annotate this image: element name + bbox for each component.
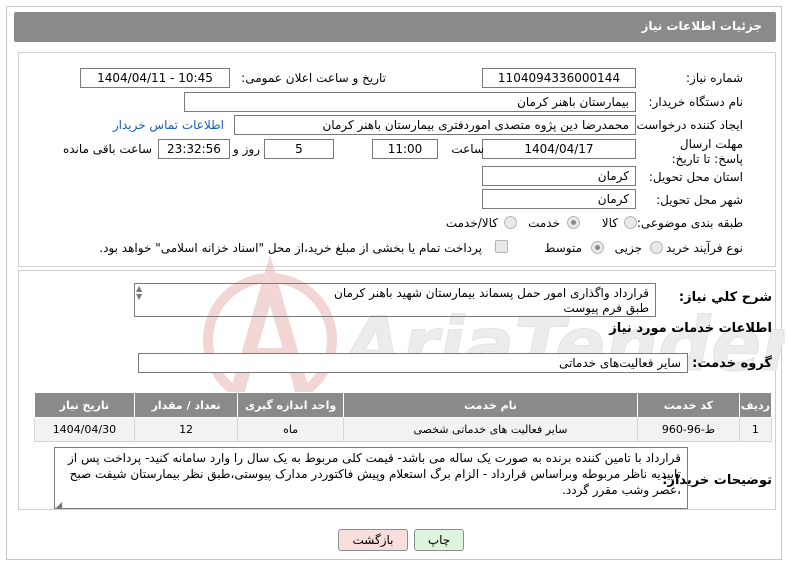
- cell-row: 1: [738, 417, 773, 442]
- process-radio-medium[interactable]: [591, 241, 604, 254]
- col-need-date: تاریخ نیاز: [34, 392, 135, 418]
- back-button[interactable]: بازگشت: [338, 529, 408, 551]
- description-line-2: طبق فرم پیوست: [563, 301, 649, 315]
- cell-service-code: ط-96-960: [637, 417, 740, 442]
- services-section-title: اطلاعات خدمات مورد نیاز: [609, 321, 772, 336]
- category-label: طبقه بندی موضوعی:: [636, 216, 743, 230]
- province-label: استان محل تحویل:: [648, 170, 743, 184]
- print-button[interactable]: چاپ: [414, 529, 464, 551]
- process-radio-minor[interactable]: [650, 241, 663, 254]
- province-field[interactable]: کرمان: [482, 166, 636, 186]
- process-label: نوع فرآیند خرید :: [658, 241, 743, 255]
- category-option-goods: کالا: [601, 216, 618, 230]
- cell-quantity: 12: [133, 417, 239, 442]
- category-option-goods-service: کالا/خدمت: [445, 216, 498, 230]
- category-radio-goods-service[interactable]: [504, 216, 517, 229]
- col-quantity: تعداد / مقدار: [133, 392, 239, 418]
- category-radio-goods[interactable]: [624, 216, 637, 229]
- deadline-hour-label: ساعت: [451, 142, 484, 156]
- cell-need-date: 1404/04/30: [34, 417, 135, 442]
- page-header: جزئیات اطلاعات نیاز: [14, 12, 776, 42]
- days-label: روز و: [233, 142, 260, 156]
- deadline-hour-field[interactable]: 11:00: [372, 139, 438, 159]
- remaining-time-label: ساعت باقی مانده: [62, 142, 152, 156]
- services-table: ردیف کد خدمت نام خدمت واحد اندازه گیری ت…: [34, 392, 773, 442]
- announce-label: تاریخ و ساعت اعلان عمومی:: [241, 71, 386, 85]
- category-radio-service[interactable]: [567, 216, 580, 229]
- city-label: شهر محل تحویل:: [656, 193, 743, 207]
- buyer-notes-line-2: تاییدیه ناظر مربوطه وبراساس قرارداد - ال…: [69, 467, 681, 481]
- col-service-name: نام خدمت: [342, 392, 639, 418]
- table-row: 1 ط-96-960 سایر فعالیت های خدماتی شخصی م…: [34, 417, 773, 442]
- deadline-date-field[interactable]: 1404/04/17: [482, 139, 636, 159]
- buyer-notes-textarea[interactable]: قرارداد با تامین کننده برنده به صورت یک …: [54, 447, 688, 509]
- treasury-payment-checkbox[interactable]: [495, 240, 508, 253]
- buyer-notes-line-1: قرارداد با تامین کننده برنده به صورت یک …: [68, 451, 681, 465]
- remaining-time-field[interactable]: 23:32:56: [158, 139, 230, 159]
- deadline-label: مهلت ارسال پاسخ: تا تاریخ:: [671, 137, 743, 166]
- city-field[interactable]: کرمان: [482, 189, 636, 209]
- buyer-org-field[interactable]: بیمارستان باهنر کرمان: [184, 92, 636, 112]
- need-number-label: شماره نیاز:: [686, 71, 743, 85]
- announce-field[interactable]: 1404/04/11 - 10:45: [80, 68, 230, 88]
- creator-field[interactable]: محمدرضا دین پژوه متصدی اموردفتری بیمارست…: [234, 115, 636, 135]
- cell-unit: ماه: [237, 417, 344, 442]
- resize-handle-icon[interactable]: ◢: [56, 500, 62, 509]
- need-number-field[interactable]: 1104094336000144: [482, 68, 636, 88]
- service-group-label: گروه خدمت:: [692, 356, 772, 371]
- col-unit: واحد اندازه گیری: [237, 392, 344, 418]
- buyer-org-label: نام دستگاه خریدار:: [648, 95, 744, 109]
- cell-service-name: سایر فعالیت های خدماتی شخصی: [342, 417, 639, 442]
- days-remaining-field[interactable]: 5: [264, 139, 334, 159]
- process-option-medium: متوسط: [544, 241, 582, 255]
- col-row: ردیف: [738, 392, 773, 418]
- treasury-payment-note: پرداخت تمام یا بخشی از مبلغ خرید،از محل …: [99, 241, 482, 255]
- category-option-service: خدمت: [528, 216, 560, 230]
- col-service-code: کد خدمت: [637, 392, 740, 418]
- creator-label: ایجاد کننده درخواست:: [632, 118, 743, 132]
- buyer-notes-line-3: ،عصر وشب مقرر گردد.: [562, 483, 681, 497]
- description-line-1: قرارداد واگذاری امور حمل پسماند بیمارستا…: [334, 286, 649, 300]
- service-group-field[interactable]: سایر فعالیت‌های خدماتی: [138, 353, 688, 373]
- process-option-minor: جزیی: [614, 241, 642, 255]
- description-textarea[interactable]: قرارداد واگذاری امور حمل پسماند بیمارستا…: [134, 283, 656, 317]
- scroll-arrows-icon[interactable]: ▲ ▼: [136, 285, 142, 301]
- description-label: شرح کلي نياز:: [678, 290, 772, 305]
- buyer-contact-link[interactable]: اطلاعات تماس خریدار: [113, 118, 224, 132]
- page-title: جزئیات اطلاعات نیاز: [641, 19, 762, 33]
